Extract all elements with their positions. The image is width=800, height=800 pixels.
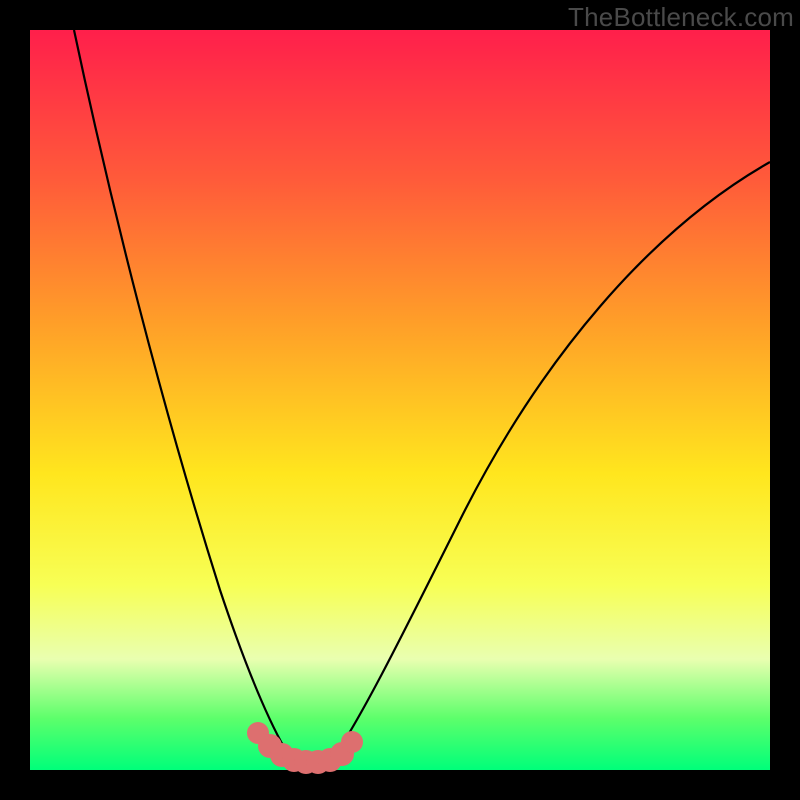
curve-left xyxy=(74,30,292,760)
chart-svg xyxy=(30,30,770,770)
curve-right xyxy=(332,162,770,760)
plot-area xyxy=(30,30,770,770)
trough-markers xyxy=(247,722,363,774)
watermark-text: TheBottleneck.com xyxy=(568,2,794,33)
